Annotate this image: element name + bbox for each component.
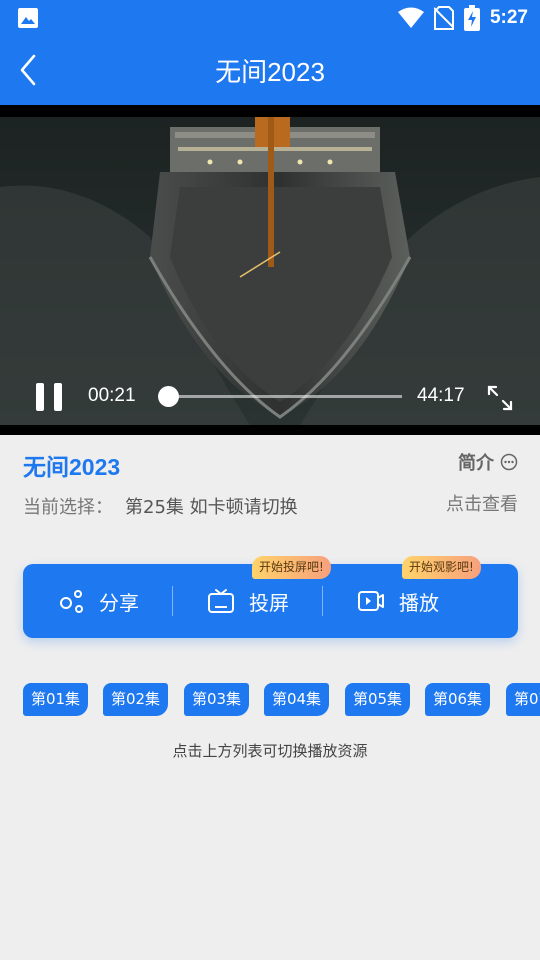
- intro-label: 简介: [458, 453, 494, 474]
- app-header: 5:27 无间2023: [0, 0, 540, 105]
- hint-text: 点击上方列表可切换播放资源: [172, 742, 368, 760]
- progress-thumb[interactable]: [158, 386, 179, 407]
- video-title: 无间2023: [23, 454, 121, 480]
- gallery-icon: [18, 8, 38, 28]
- tv-cast-icon: [208, 589, 234, 613]
- total-time: 44:17: [417, 385, 465, 406]
- cast-tip: 开始投屏吧!: [252, 556, 331, 579]
- current-label: 当前选择：: [23, 497, 113, 518]
- no-sim-icon: [433, 6, 454, 30]
- video-play-icon: [358, 591, 384, 611]
- share-button[interactable]: 分享: [59, 564, 139, 638]
- current-episode: 第25集 如卡顿请切换: [125, 497, 298, 518]
- intro-button[interactable]: 简介: [458, 449, 518, 475]
- page-title: 无间2023: [215, 57, 325, 87]
- nav-bar: 无间2023: [0, 38, 540, 102]
- current-selection: 当前选择： 第25集 如卡顿请切换: [23, 493, 298, 519]
- episode-chip[interactable]: 第06集: [425, 683, 490, 716]
- pause-icon[interactable]: [36, 383, 62, 411]
- status-bar: 5:27: [0, 0, 540, 38]
- play-label: 播放: [399, 590, 439, 615]
- share-label: 分享: [99, 590, 139, 615]
- fullscreen-icon[interactable]: [487, 385, 513, 411]
- current-time: 00:21: [88, 385, 136, 406]
- play-tip: 开始观影吧!: [402, 556, 481, 579]
- more-circle-icon: [500, 453, 518, 471]
- episode-chip[interactable]: 第05集: [345, 683, 410, 716]
- divider: [172, 586, 173, 616]
- cast-label: 投屏: [249, 590, 289, 615]
- battery-charging-icon: [463, 5, 480, 31]
- wifi-icon: [397, 7, 424, 28]
- episode-list[interactable]: 第01集 第02集 第03集 第04集 第05集 第06集 第07集: [23, 683, 540, 717]
- episode-chip[interactable]: 第02集: [103, 683, 168, 716]
- episode-chip[interactable]: 第07集: [506, 683, 540, 716]
- share-icon: [60, 590, 83, 613]
- episode-chip[interactable]: 第03集: [184, 683, 249, 716]
- video-player[interactable]: 00:21 44:17: [0, 105, 540, 435]
- view-details-link[interactable]: 点击查看: [446, 490, 518, 516]
- episode-chip[interactable]: 第01集: [23, 683, 88, 716]
- divider: [322, 586, 323, 616]
- episode-chip[interactable]: 第04集: [264, 683, 329, 716]
- progress-track[interactable]: [166, 395, 402, 398]
- player-controls: 00:21 44:17: [0, 367, 540, 427]
- status-time: 5:27: [489, 7, 528, 28]
